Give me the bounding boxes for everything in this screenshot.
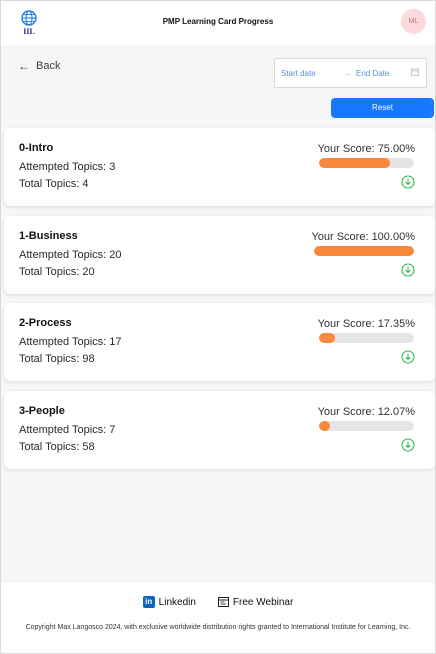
start-date-input[interactable]: Start date	[281, 69, 316, 78]
score-progress-bar	[314, 246, 414, 256]
webinar-label: Free Webinar	[232, 596, 294, 608]
score-progress-bar	[319, 158, 414, 168]
progress-card: 1-Business Attempted Topics: 20 Total Topi…	[4, 216, 435, 294]
download-circle-icon[interactable]	[401, 350, 415, 364]
user-avatar[interactable]: ML	[401, 9, 426, 34]
main-content: ← Back Start date → End Date Reset 0-Int…	[1, 45, 435, 583]
score-progress-bar	[319, 421, 414, 431]
card-title: 1-Business	[19, 230, 78, 242]
total-topics: Total Topics: 20	[19, 266, 95, 278]
total-topics: Total Topics: 4	[19, 178, 89, 190]
date-range-picker[interactable]: Start date → End Date	[274, 58, 427, 88]
card-title: 3-People	[19, 405, 65, 417]
score-progress-fill	[319, 421, 331, 431]
score-label: Your Score: 75.00%	[317, 143, 415, 155]
download-circle-icon[interactable]	[401, 263, 415, 277]
svg-text:IIL: IIL	[23, 27, 35, 36]
score-progress-bar	[319, 333, 414, 343]
attempted-topics: Attempted Topics: 3	[19, 161, 116, 173]
copyright-text: Copyright Max Langosco 2024, with exclus…	[25, 624, 411, 631]
attempted-topics: Attempted Topics: 7	[19, 424, 116, 436]
attempted-topics: Attempted Topics: 17	[19, 336, 122, 348]
linkedin-label: Linkedin	[158, 596, 196, 608]
download-circle-icon[interactable]	[401, 438, 415, 452]
card-title: 2-Process	[19, 317, 72, 329]
end-date-input[interactable]: End Date	[356, 69, 389, 78]
app-frame: IIL PMP Learning Card Progress ML ← Back…	[0, 0, 436, 654]
page-title: PMP Learning Card Progress	[162, 17, 274, 26]
reset-button[interactable]: Reset	[331, 98, 434, 118]
score-label: Your Score: 12.07%	[317, 406, 415, 418]
download-circle-icon[interactable]	[401, 175, 415, 189]
progress-card: 3-People Attempted Topics: 7 Total Topics:…	[4, 391, 435, 469]
calendar-icon	[411, 68, 419, 76]
arrow-right-icon: →	[343, 68, 352, 78]
app-footer: in Linkedin Free Webinar Copyright Max L…	[1, 583, 435, 653]
score-progress-fill	[319, 333, 336, 343]
total-topics: Total Topics: 58	[19, 441, 95, 453]
arrow-left-icon: ←	[18, 59, 30, 73]
card-title: 0-Intro	[19, 142, 54, 154]
score-progress-fill	[319, 158, 391, 168]
free-webinar-link[interactable]: Free Webinar	[217, 596, 294, 608]
footer-links: in Linkedin Free Webinar	[1, 596, 435, 608]
score-progress-fill	[314, 246, 414, 256]
total-topics: Total Topics: 98	[19, 353, 95, 365]
linkedin-icon: in	[142, 596, 155, 608]
app-header: IIL PMP Learning Card Progress ML	[1, 1, 435, 45]
linkedin-link[interactable]: in Linkedin	[142, 596, 196, 608]
back-label: Back	[36, 60, 61, 72]
back-button[interactable]: ← Back	[18, 59, 60, 73]
score-label: Your Score: 100.00%	[311, 231, 415, 243]
webinar-icon	[217, 597, 229, 607]
progress-card: 0-Intro Attempted Topics: 3 Total Topics: …	[4, 128, 435, 206]
attempted-topics: Attempted Topics: 20	[19, 249, 122, 261]
progress-card: 2-Process Attempted Topics: 17 Total Topic…	[4, 303, 435, 381]
score-label: Your Score: 17.35%	[317, 318, 415, 330]
